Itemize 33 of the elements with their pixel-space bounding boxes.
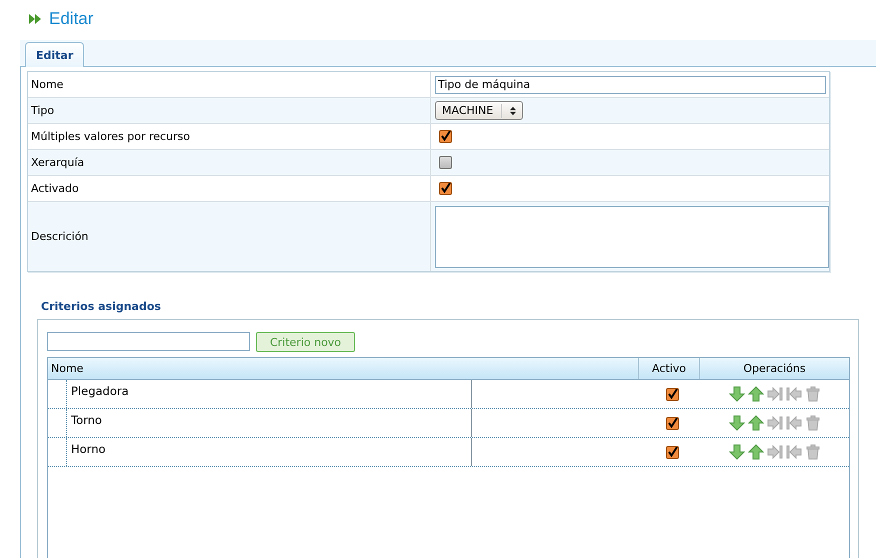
- checkbox[interactable]: [439, 130, 452, 143]
- column-header[interactable]: Activo: [638, 358, 699, 379]
- section-title: Criterios asignados: [41, 300, 162, 314]
- checkbox[interactable]: [666, 388, 679, 400]
- column-header[interactable]: Operacións: [699, 358, 849, 379]
- field-label: Xerarquía: [31, 156, 84, 169]
- criterion-name: Plegadora: [67, 380, 472, 408]
- field-label: Descrición: [31, 230, 88, 243]
- field-label: Nome: [31, 78, 64, 91]
- up-down-arrows-icon: [510, 106, 516, 116]
- up-arrow-icon[interactable]: [748, 415, 764, 431]
- double-chevron-icon: [29, 14, 43, 24]
- down-arrow-icon[interactable]: [729, 444, 745, 460]
- up-arrow-icon[interactable]: [748, 444, 764, 460]
- field-label: Activado: [31, 182, 79, 195]
- checkbox[interactable]: [666, 416, 679, 430]
- name-input[interactable]: Tipo de máquina: [435, 76, 826, 94]
- criterion-name: Horno: [67, 438, 472, 466]
- criterion-input[interactable]: [47, 332, 250, 351]
- tab[interactable]: Editar: [25, 42, 84, 67]
- field-label: Tipo: [31, 104, 54, 117]
- page-title: Editar: [49, 9, 94, 29]
- down-arrow-icon[interactable]: [729, 415, 745, 431]
- type-select[interactable]: MACHINE: [435, 101, 523, 120]
- description-textarea[interactable]: [435, 206, 829, 268]
- down-arrow-icon[interactable]: [729, 386, 745, 402]
- field-label: Múltiples valores por recurso: [31, 130, 190, 143]
- criterion-name: Torno: [67, 409, 472, 437]
- column-header[interactable]: Nome: [48, 358, 638, 379]
- checkbox[interactable]: [439, 156, 452, 169]
- up-arrow-icon[interactable]: [748, 386, 764, 402]
- checkbox[interactable]: [666, 446, 679, 458]
- checkbox[interactable]: [439, 182, 452, 195]
